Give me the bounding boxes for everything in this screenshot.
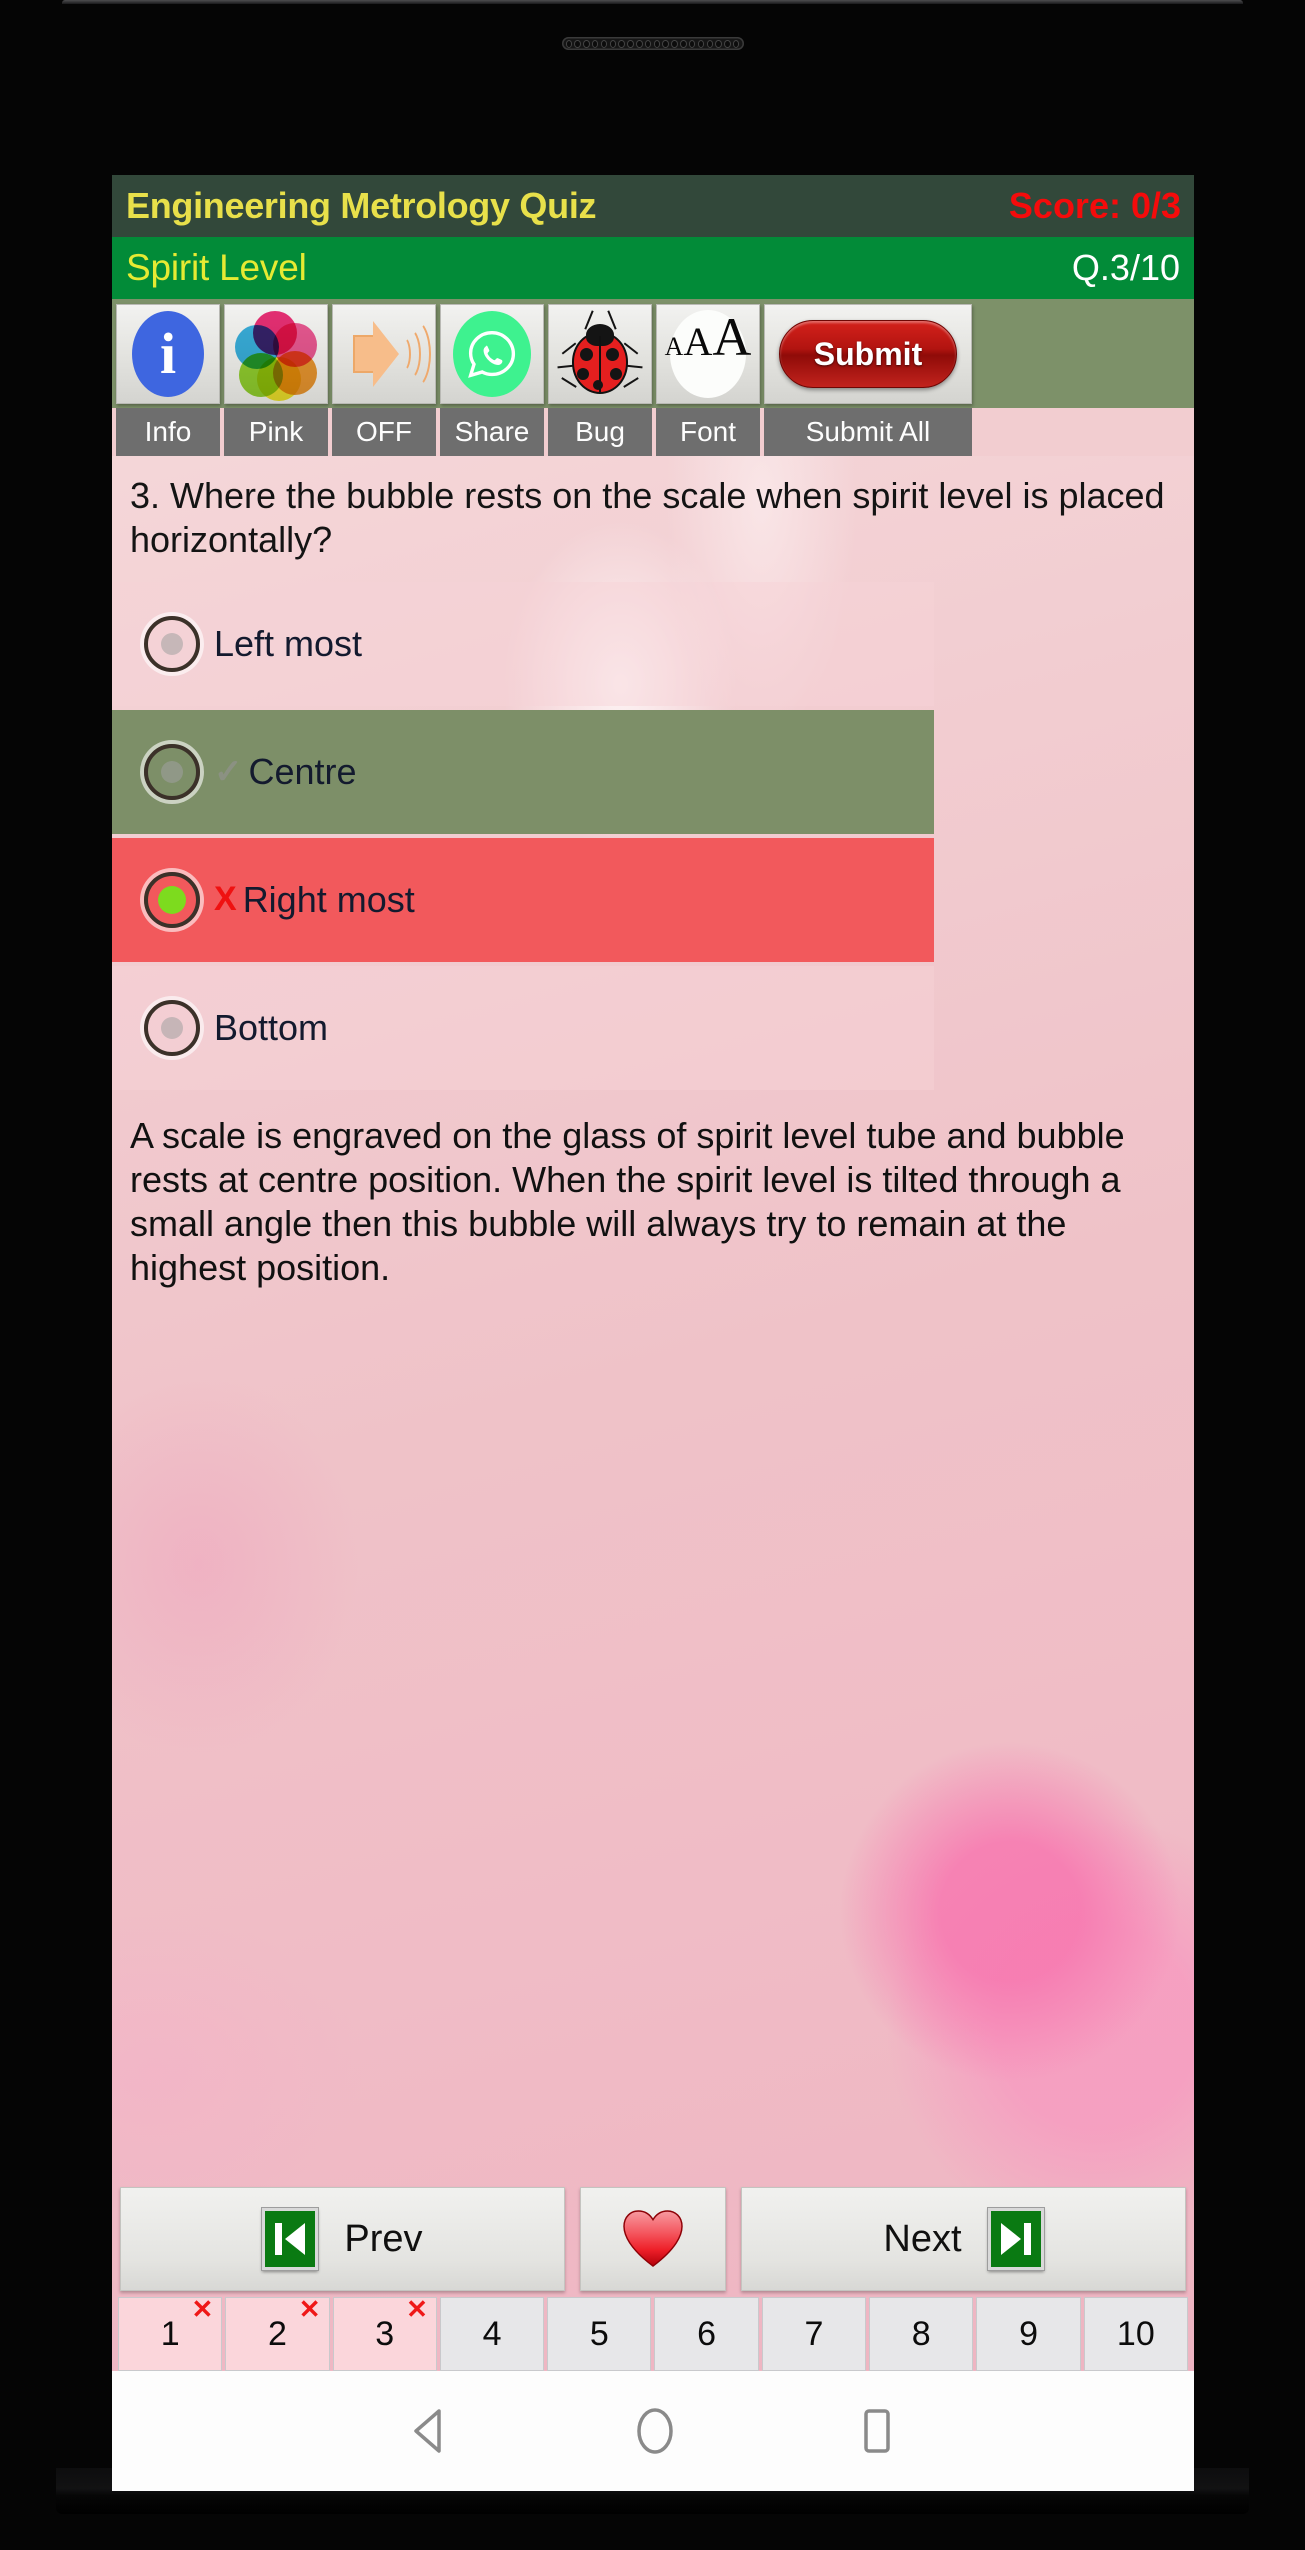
question-number-label: 5 — [589, 2314, 609, 2353]
question-counter: Q.3/10 — [1071, 247, 1180, 288]
font-size-icon: AAA — [665, 310, 751, 398]
option-row[interactable]: X Right most — [112, 837, 934, 962]
question-number-button[interactable]: 4 — [439, 2297, 545, 2371]
toolbar-label-font[interactable]: Font — [656, 408, 760, 456]
theme-color-button[interactable] — [224, 304, 328, 404]
question-number-button[interactable]: 5 — [547, 2297, 652, 2371]
phone-frame: Engineering Metrology Quiz Score: 0/3 Sp… — [0, 0, 1305, 2550]
device-top-edge — [62, 0, 1243, 4]
submit-all-button[interactable]: Submit — [764, 304, 972, 404]
skip-next-icon — [987, 2208, 1044, 2270]
info-button[interactable]: i — [116, 304, 220, 404]
submit-label: Submit — [779, 320, 957, 388]
radio-button[interactable] — [144, 999, 200, 1056]
font-size-button[interactable]: AAA — [656, 304, 760, 404]
question-number-button[interactable]: 9 — [976, 2297, 1081, 2371]
question-number-button[interactable]: 10 — [1083, 2297, 1188, 2371]
radio-button[interactable] — [144, 871, 200, 928]
share-button[interactable] — [440, 304, 544, 404]
question-number-button[interactable]: 6 — [654, 2297, 759, 2371]
toolbar-label-row: Info Pink OFF Share Bug Font Submit All — [112, 408, 1194, 456]
report-bug-button[interactable] — [548, 304, 652, 404]
question-number-button[interactable]: 7 — [761, 2297, 867, 2371]
navigation-button-row: Prev Next — [112, 2187, 1194, 2291]
prev-label: Prev — [344, 2217, 423, 2260]
toolbar-label-off[interactable]: OFF — [332, 408, 436, 456]
option-label: Right most — [242, 878, 415, 920]
radio-button[interactable] — [144, 615, 200, 672]
topic-title: Spirit Level — [126, 247, 307, 288]
topic-bar: Spirit Level Q.3/10 — [112, 237, 1194, 299]
next-button[interactable]: Next — [741, 2187, 1186, 2291]
option-row[interactable]: Bottom — [112, 965, 934, 1090]
earpiece-speaker-grille — [561, 37, 744, 50]
sound-toggle-button[interactable] — [332, 304, 436, 404]
question-number-label: 4 — [482, 2314, 502, 2353]
wrong-mark-icon: ✕ — [191, 2294, 214, 2324]
palette-icon — [235, 311, 317, 401]
question-number-button[interactable]: ✕ 3 — [332, 2294, 437, 2371]
back-icon[interactable] — [409, 2408, 453, 2454]
question-number-strip: ✕ 1 ✕ 2 ✕ 3 4 5 6 7 8 9 10 — [112, 2294, 1194, 2371]
radio-button[interactable] — [144, 743, 200, 800]
question-number-label: 2 — [267, 2314, 287, 2353]
wrong-cross-icon: X — [214, 880, 237, 919]
question-number-label: 9 — [1019, 2314, 1038, 2353]
explanation-text: A scale is engraved on the glass of spir… — [130, 1114, 1125, 1288]
toolbar-label-bug[interactable]: Bug — [548, 408, 652, 456]
next-label: Next — [883, 2217, 962, 2260]
speaker-icon — [345, 311, 431, 397]
info-icon: i — [132, 311, 204, 397]
app-title: Engineering Metrology Quiz — [126, 185, 597, 226]
option-label: Bottom — [214, 1006, 329, 1048]
wrong-mark-icon: ✕ — [406, 2294, 428, 2324]
skip-previous-icon — [262, 2208, 319, 2270]
score-badge: Score: 0/3 — [1008, 185, 1181, 226]
toolbar-label-share[interactable]: Share — [440, 408, 544, 456]
whatsapp-share-icon — [453, 311, 531, 397]
heart-icon — [622, 2210, 684, 2268]
option-label: Left most — [214, 622, 363, 664]
wrong-mark-icon: ✕ — [298, 2294, 321, 2324]
question-number-label: 1 — [160, 2314, 180, 2353]
toolbar-label-info[interactable]: Info — [116, 408, 220, 456]
question-number-button[interactable]: ✕ 2 — [225, 2294, 330, 2371]
title-bar: Engineering Metrology Quiz Score: 0/3 — [112, 175, 1194, 237]
recents-icon[interactable] — [857, 2407, 897, 2455]
question-number-button[interactable]: 8 — [869, 2297, 974, 2371]
question-text: 3. Where the bubble rests on the scale w… — [130, 475, 1165, 560]
android-system-navigation-bar — [112, 2371, 1194, 2491]
app-screen: Engineering Metrology Quiz Score: 0/3 Sp… — [112, 175, 1194, 2491]
toolbar-label-submit-all[interactable]: Submit All — [764, 408, 972, 456]
options-list: Left most ✓ Centre X Right most Bottom — [112, 581, 1194, 1090]
favourite-button[interactable] — [580, 2187, 726, 2291]
correct-tick-icon: ✓ — [214, 752, 243, 791]
prev-button[interactable]: Prev — [120, 2187, 565, 2291]
question-number-label: 7 — [804, 2314, 824, 2353]
question-number-label: 6 — [697, 2314, 717, 2353]
question-number-label: 10 — [1116, 2314, 1155, 2353]
home-icon[interactable] — [633, 2407, 677, 2455]
question-number-label: 3 — [375, 2314, 395, 2353]
question-number-label: 8 — [911, 2314, 931, 2353]
option-label: Centre — [248, 750, 357, 792]
option-row[interactable]: Left most — [112, 581, 934, 706]
toolbar-label-pink[interactable]: Pink — [224, 408, 328, 456]
ladybug-icon — [557, 310, 643, 398]
toolbar: i A A A Submit — [112, 299, 1194, 408]
option-row[interactable]: ✓ Centre — [112, 709, 934, 834]
question-number-button[interactable]: ✕ 1 — [118, 2294, 223, 2371]
